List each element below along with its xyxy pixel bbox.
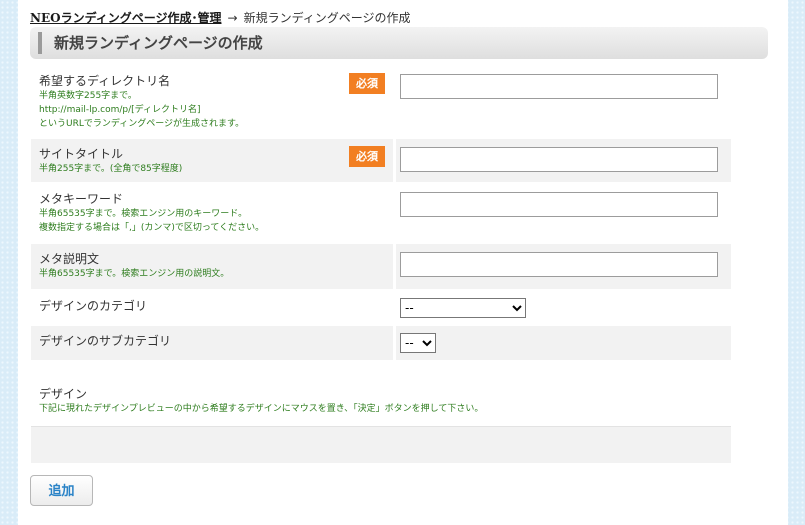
form-row-directory: 希望するディレクトリ名 半角英数字255字まで。 http://mail-lp.… <box>31 66 731 137</box>
required-badge: 必須 <box>349 73 385 94</box>
design-note: 下記に現れたデザインプレビューの中から希望するデザインにマウスを置き、「決定」ボ… <box>39 404 484 414</box>
required-badge: 必須 <box>349 146 385 167</box>
form-row-meta-description: メタ説明文 半角65535字まで。検索エンジン用の説明文。 <box>31 244 731 289</box>
directory-name-note: 半角英数字255字まで。 <box>39 91 137 101</box>
design-category-label: デザインのカテゴリ <box>39 299 148 313</box>
design-preview-area <box>31 426 731 463</box>
breadcrumb: NEOランディングページ作成･管理 → 新規ランディングページの作成 <box>30 10 410 26</box>
directory-name-input[interactable] <box>400 74 718 99</box>
directory-name-label: 希望するディレクトリ名 <box>39 74 171 88</box>
meta-keywords-note-2: 複数指定する場合は「,」(カンマ)で区切ってください。 <box>39 223 265 233</box>
directory-name-url-note-2: というURLでランディングページが生成されます。 <box>39 119 245 129</box>
meta-description-note: 半角65535字まで。検索エンジン用の説明文。 <box>39 269 230 279</box>
form-row-meta-keywords: メタキーワード 半角65535字まで。検索エンジン用のキーワード。 複数指定する… <box>31 184 731 242</box>
breadcrumb-arrow-icon: → <box>227 11 238 25</box>
form-row-site-title: サイトタイトル 半角255字まで。(全角で85字程度) 必須 <box>31 139 731 182</box>
design-category-select[interactable]: -- <box>400 297 526 318</box>
breadcrumb-current: 新規ランディングページの作成 <box>243 11 411 25</box>
main-panel: NEOランディングページ作成･管理 → 新規ランディングページの作成 新規ランディン… <box>18 0 788 525</box>
page-title: 新規ランディングページの作成 <box>54 34 263 52</box>
meta-keywords-input[interactable] <box>400 192 718 217</box>
design-subcategory-label: デザインのサブカテゴリ <box>39 334 172 348</box>
directory-name-url-note: http://mail-lp.com/p/[ディレクトリ名] <box>39 105 201 115</box>
meta-description-label: メタ説明文 <box>39 252 100 266</box>
add-button[interactable]: 追加 <box>30 475 93 506</box>
form-row-design-category: デザインのカテゴリ -- <box>31 291 731 324</box>
heading-accent-bar <box>38 32 42 54</box>
design-section: デザイン 下記に現れたデザインプレビューの中から希望するデザインにマウスを置き、… <box>39 386 483 416</box>
lp-form-table: 希望するディレクトリ名 半角英数字255字まで。 http://mail-lp.… <box>31 64 731 362</box>
site-title-note: 半角255字まで。(全角で85字程度) <box>39 164 183 174</box>
meta-keywords-label: メタキーワード <box>39 192 124 206</box>
site-title-input[interactable] <box>400 147 718 172</box>
meta-keywords-note: 半角65535字まで。検索エンジン用のキーワード。 <box>39 209 248 219</box>
page-heading: 新規ランディングページの作成 <box>30 27 768 59</box>
form-row-design-subcategory: デザインのサブカテゴリ -- <box>31 326 731 360</box>
breadcrumb-link-lp-management[interactable]: NEOランディングページ作成･管理 <box>30 11 222 25</box>
design-subcategory-select[interactable]: -- <box>400 333 436 353</box>
site-title-label: サイトタイトル <box>39 147 124 161</box>
meta-description-input[interactable] <box>400 252 718 277</box>
design-label: デザイン <box>39 387 88 401</box>
